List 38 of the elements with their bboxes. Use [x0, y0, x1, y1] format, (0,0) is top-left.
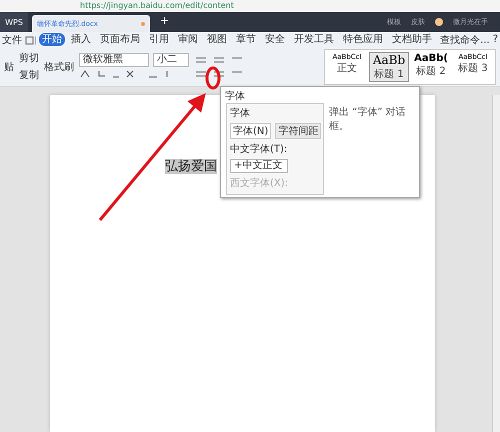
font-name-field[interactable]: 微软雅黑 — [79, 53, 149, 67]
ribbon-tab[interactable]: 视图 — [204, 33, 230, 46]
tooltip-description: 弹出 “字体” 对话框。 — [329, 106, 407, 133]
selected-text: 弘扬爱国 — [165, 159, 217, 174]
cut-button[interactable]: 剪切 — [19, 51, 39, 65]
ribbon-tab[interactable]: 页面布局 — [97, 33, 144, 46]
format-painter-button[interactable]: 格式刷 — [44, 60, 74, 74]
tooltip-title: 字体 — [225, 91, 245, 102]
ribbon-tab[interactable]: 插入 — [68, 33, 94, 46]
style-option[interactable]: AaBb 标题 1 — [369, 52, 409, 82]
ribbon-tab[interactable]: 开发工具 — [291, 33, 338, 46]
ribbon-tab[interactable]: 审阅 — [175, 33, 202, 46]
ribbon-tab[interactable]: 文档助手 — [389, 33, 436, 46]
ribbon-tab[interactable]: 开始 — [39, 33, 66, 46]
copy-button[interactable]: 复制 — [19, 68, 39, 82]
dialog-tab[interactable]: 字符间距 — [275, 123, 322, 139]
dialog-title: 字体 — [230, 106, 251, 120]
command-search[interactable]: 查找命令... — [440, 32, 490, 46]
quick-access-icons[interactable] — [25, 34, 36, 44]
ribbon-tab[interactable]: 引用 — [146, 33, 172, 46]
ribbon-tab[interactable]: 安全 — [262, 33, 288, 46]
annotation-circle — [206, 66, 220, 90]
font-size-field[interactable]: 小二 — [153, 53, 189, 67]
style-option[interactable]: AaBb( 标题 2 — [411, 52, 451, 82]
avatar-icon[interactable] — [435, 18, 443, 26]
ribbon-tab[interactable]: 特色应用 — [340, 33, 386, 46]
paste-button[interactable]: 贴 — [4, 60, 14, 74]
ribbon-tab[interactable]: 章节 — [233, 33, 260, 46]
new-tab-button[interactable]: + — [154, 14, 176, 32]
url-text[interactable]: https://jingyan.baidu.com/edit/content — [0, 0, 500, 12]
file-menu[interactable]: 文件 — [2, 32, 22, 46]
field-label: 西文字体(X): — [230, 176, 290, 190]
help-button[interactable]: ? — [492, 34, 498, 45]
dialog-tab[interactable]: 字体(N) — [230, 123, 272, 139]
app-tab[interactable]: WPS — [0, 12, 28, 32]
scrollbar[interactable] — [492, 95, 500, 432]
font-field[interactable]: +中文正文 — [230, 159, 288, 173]
field-label: 中文字体(T): — [230, 142, 288, 156]
